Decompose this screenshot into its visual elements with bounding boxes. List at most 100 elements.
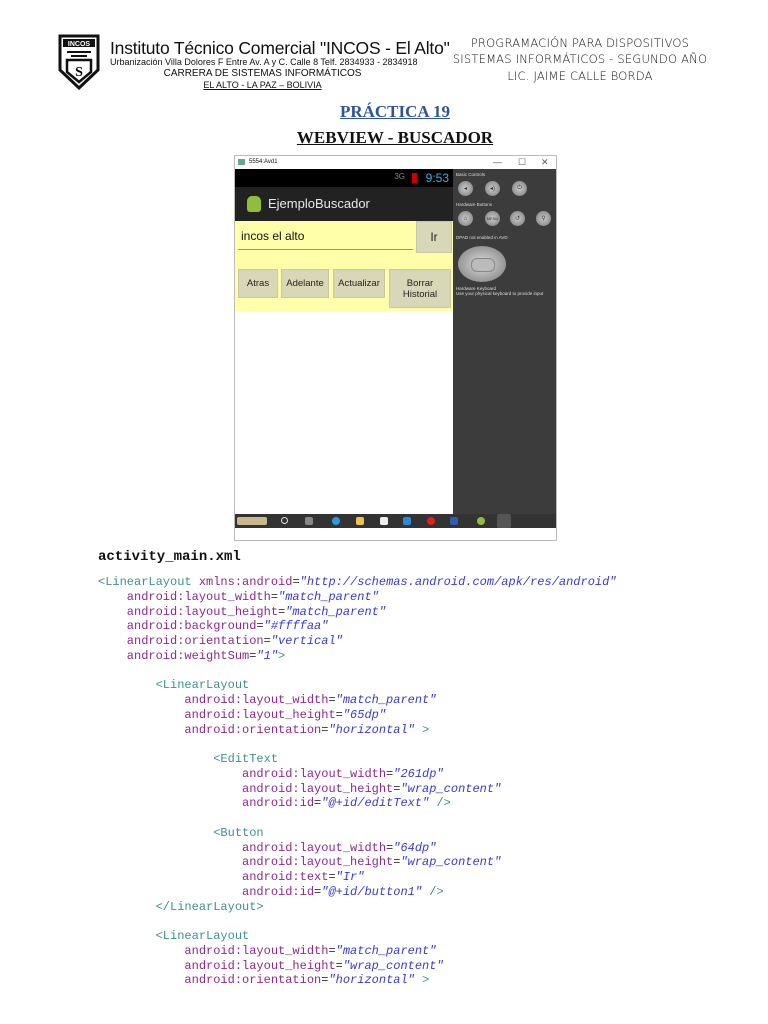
go-button[interactable]: Ir [416, 221, 452, 253]
mail-icon[interactable] [403, 517, 411, 525]
code-token-tag: > [414, 973, 430, 988]
emulator-app-icon [238, 159, 245, 165]
code-token-val: "vertical" [270, 634, 343, 648]
code-token-eq: = [263, 634, 271, 648]
code-token-attr: android:orientation [98, 973, 322, 988]
code-token-val: "wrap_content" [400, 781, 502, 796]
battery-icon [412, 173, 417, 183]
city-line: EL ALTO - LA PAZ – BOLIVIA [110, 80, 415, 90]
close-button[interactable]: ✕ [541, 157, 549, 168]
search-icon[interactable] [281, 517, 288, 524]
dpad-control[interactable] [458, 246, 506, 282]
volume-up-icon[interactable]: ◂) [485, 181, 500, 196]
basic-controls-label: Basic Controls [456, 172, 486, 177]
code-token-val: "@+id/editText" [321, 796, 430, 811]
institute-name: Instituto Técnico Comercial "INCOS - El … [110, 38, 450, 58]
institute-address: Urbanización Villa Dolores F Entre Av. A… [110, 57, 418, 67]
emulator-titlebar: 5554:Avd1 — ☐ ✕ [235, 156, 556, 169]
code-line: <LinearLayout [98, 929, 617, 944]
code-token-attr: android:id [98, 884, 315, 899]
opera-icon[interactable] [427, 517, 435, 525]
code-token-val: "match_parent" [285, 604, 387, 619]
code-listing: <LinearLayout xmlns:android="http://sche… [98, 575, 617, 988]
app-title: EjemploBuscador [268, 196, 370, 211]
code-line: <EditText [98, 752, 617, 767]
code-token-attr: android:layout_height [98, 707, 336, 722]
code-line: <LinearLayout xmlns:android="http://sche… [98, 575, 617, 590]
menu-button[interactable]: MENU [485, 211, 500, 226]
code-token-val: "65dp" [342, 707, 387, 722]
reload-button[interactable]: Actualizar [333, 269, 385, 298]
emulator-task-icon[interactable] [497, 514, 511, 528]
back-button[interactable]: Atras [238, 269, 278, 298]
code-line: <LinearLayout [98, 678, 617, 693]
code-token-attr: android:id [98, 796, 315, 811]
practice-subtitle-text: WEBVIEW - BUSCADOR [296, 128, 494, 147]
teacher-name: LIC. JAIME CALLE BORDA [507, 69, 653, 83]
forward-button[interactable]: Adelante [281, 269, 329, 298]
code-token-attr: android:layout_height [98, 855, 394, 870]
code-token-tag: <EditText [98, 752, 279, 766]
code-token-attr: android:layout_height [98, 958, 336, 973]
word-icon[interactable] [450, 517, 458, 525]
home-icon[interactable]: ⌂ [458, 211, 473, 226]
file-explorer-icon[interactable] [356, 517, 364, 525]
search-icon[interactable]: ⚲ [536, 211, 551, 226]
incos-logo: INCOS S [57, 34, 101, 91]
code-token-attr: android:text [98, 870, 329, 884]
code-token-eq: = [256, 619, 264, 634]
code-token-tag: <LinearLayout [98, 678, 250, 693]
wallpaper-thumb [237, 517, 267, 525]
volume-down-icon[interactable]: ◂ [458, 181, 473, 196]
task-view-icon[interactable] [305, 517, 313, 525]
code-token-val: "match_parent" [335, 693, 437, 707]
code-token-attr: android:layout_width [98, 589, 271, 604]
android-studio-icon[interactable] [477, 517, 485, 525]
edge-icon[interactable] [332, 517, 340, 525]
signal-icon: 3G [394, 172, 405, 181]
code-token-tag: <LinearLayout [98, 929, 250, 943]
code-token-attr: android:orientation [98, 722, 322, 737]
status-bar: 3G 9:53 [235, 169, 453, 187]
minimize-button[interactable]: — [493, 157, 502, 167]
code-token-tag: /> [429, 796, 451, 811]
dpad-label: DPAD not enabled in AVD [456, 235, 508, 240]
emulator-screenshot: 5554:Avd1 — ☐ ✕ 3G 9:53 EjemploBuscador … [234, 155, 557, 541]
code-token-attr: android:layout_height [98, 781, 394, 796]
code-token-attr: android:orientation [98, 634, 264, 648]
back-icon[interactable]: ↺ [510, 211, 525, 226]
practice-title-text: PRÁCTICA 19 [339, 102, 451, 121]
code-token-eq: = [335, 707, 343, 722]
clear-history-button[interactable]: Borrar Historial [389, 269, 451, 308]
code-token-tag: <Button [98, 825, 264, 840]
code-token-tag: /> [422, 884, 444, 899]
emulator-window-title: 5554:Avd1 [249, 159, 278, 165]
power-icon[interactable]: ⏻ [512, 181, 527, 196]
store-icon[interactable] [380, 517, 388, 525]
code-token-attr: android:weightSum [98, 648, 250, 663]
webview-area [235, 311, 453, 527]
svg-text:S: S [75, 65, 83, 80]
code-line: android:layout_height="wrap_content" [98, 959, 617, 974]
code-line: android:id="@+id/editText" /> [98, 796, 617, 811]
android-icon [247, 196, 261, 212]
maximize-button[interactable]: ☐ [518, 157, 526, 168]
code-line: android:layout_width="64dp" [98, 841, 617, 856]
code-line: android:id="@+id/button1" /> [98, 885, 617, 900]
practice-title: PRÁCTICA 19 [0, 102, 768, 122]
code-line: android:orientation="vertical" [98, 634, 617, 649]
code-token-tag: <LinearLayout [98, 575, 199, 589]
code-token-val: "match_parent" [278, 589, 379, 604]
code-token-val: "Ir" [335, 870, 365, 884]
code-line: android:layout_width="match_parent" [98, 693, 617, 708]
code-token-val: "1" [256, 648, 279, 663]
code-line: android:layout_width="match_parent" [98, 590, 617, 605]
career-name: CARRERA DE SISTEMAS INFORMÁTICOS [163, 68, 362, 79]
code-line: </LinearLayout> [98, 900, 617, 915]
code-line: android:layout_height="match_parent" [98, 605, 617, 620]
code-token-eq: = [328, 693, 336, 707]
search-input[interactable]: incos el alto [238, 229, 413, 250]
